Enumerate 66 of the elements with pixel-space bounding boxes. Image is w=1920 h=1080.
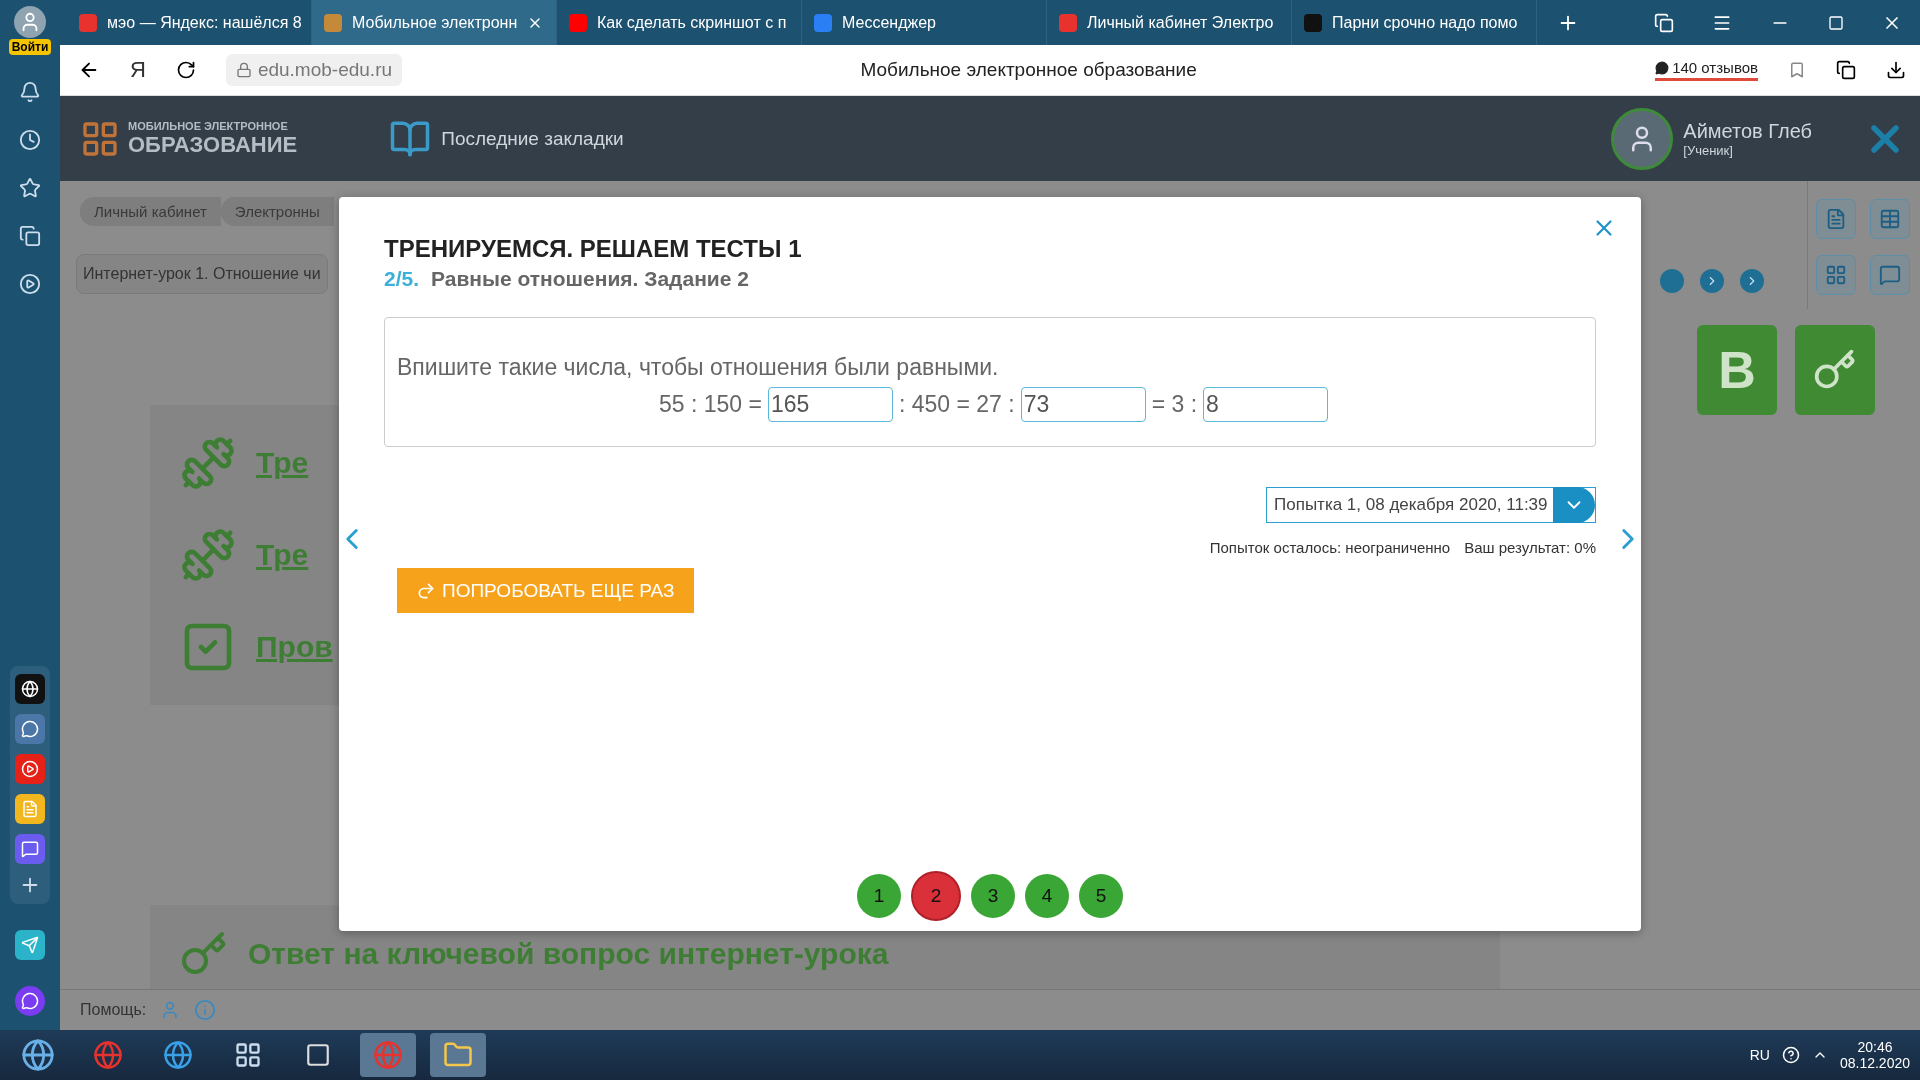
equation-text: 55 : 150 = (659, 391, 762, 418)
profile-avatar[interactable] (14, 6, 46, 38)
speech-bubble-icon (1655, 60, 1670, 75)
help-label: Помощь: (80, 1001, 147, 1019)
language-indicator[interactable]: RU (1749, 1047, 1770, 1063)
nav-dot[interactable] (1660, 269, 1684, 293)
login-button[interactable]: Войти (8, 39, 52, 55)
star-icon[interactable] (19, 177, 41, 199)
video-app-icon[interactable] (15, 754, 45, 784)
lesson-title: Интернет-урок 1. Отношение чи (76, 254, 328, 294)
next-icon[interactable] (1700, 269, 1724, 293)
tab-favicon-icon (1059, 13, 1077, 32)
download-icon[interactable] (1886, 60, 1906, 80)
tab-favicon-icon (324, 13, 342, 32)
messenger-app-icon[interactable] (15, 834, 45, 864)
equation-text: : 450 = 27 : (898, 391, 1015, 418)
collections-icon[interactable] (19, 225, 41, 247)
send-app-icon[interactable] (15, 930, 45, 960)
assistant-app-icon[interactable] (15, 986, 45, 1016)
question-number[interactable]: 5 (1079, 874, 1123, 918)
home-button[interactable]: Я (130, 57, 146, 83)
result-text: Ваш результат: 0% (1464, 539, 1596, 556)
redo-icon (416, 580, 436, 601)
attempts-left-text: Попыток осталось: неограниченно (1209, 539, 1451, 556)
question-number[interactable]: 3 (971, 874, 1015, 918)
tab-favicon-icon (814, 13, 832, 32)
notifications-icon[interactable] (19, 81, 41, 103)
dumbbell-icon (180, 527, 236, 583)
tab-favicon-icon (79, 13, 97, 32)
history-icon[interactable] (19, 129, 41, 151)
answer-field[interactable]: 8 (1203, 387, 1329, 422)
browser-tab[interactable]: Мобильное электронн (312, 0, 557, 45)
answer-field[interactable]: 165 (767, 387, 893, 422)
dumbbell-icon (180, 435, 236, 491)
question-number[interactable]: 1 (857, 874, 901, 918)
address-field[interactable]: edu.mob-edu.ru (225, 54, 403, 86)
reload-icon[interactable] (175, 60, 196, 80)
help-icon[interactable] (1781, 1046, 1800, 1064)
play-icon[interactable] (19, 273, 41, 295)
task-title: Равные отношения. Задание 2 (431, 267, 749, 291)
lock-icon (235, 62, 252, 78)
question-number[interactable]: 4 (1025, 874, 1069, 918)
key-question-title: Ответ на ключевой вопрос интернет-урока (248, 937, 889, 971)
last-icon[interactable] (1740, 269, 1764, 293)
reviews-link[interactable]: 140 отзывов (1655, 59, 1758, 81)
key-button[interactable] (1795, 325, 1875, 415)
bookmark-icon[interactable] (1788, 61, 1806, 79)
site-logo: МОБИЛЬНОЕ ЭЛЕКТРОННОЕ ОБРАЗОВАНИЕ (80, 118, 298, 159)
tab-favicon-icon (1304, 13, 1322, 32)
page-title: Мобильное электронное образование (859, 59, 1198, 81)
maximize-icon[interactable] (1828, 14, 1844, 31)
tab-favicon-icon (569, 13, 587, 32)
clock[interactable]: 20:46 08.12.2020 (1839, 1039, 1910, 1071)
bookmarks-link[interactable]: Последние закладки (389, 117, 624, 160)
instruction-text: Впишите такие числа, чтобы отношения были равными. (397, 354, 1000, 381)
answer-field[interactable]: 73 (1020, 387, 1146, 422)
social-app-icon[interactable] (15, 714, 45, 744)
user-role: [Ученик] (1683, 142, 1734, 158)
tabs-icon[interactable] (1654, 12, 1674, 33)
user-name: Айметов Глеб (1683, 119, 1812, 143)
dialog-title: ТРЕНИРУЕМСЯ. РЕШАЕМ ТЕСТЫ 1 (384, 235, 803, 263)
attempt-dropdown[interactable]: Попытка 1, 08 декабря 2020, 11:39 (1266, 487, 1596, 523)
folder-icon[interactable] (430, 1033, 486, 1077)
question-number[interactable]: 2 (911, 871, 961, 921)
equation-text: = 3 : (1151, 391, 1198, 418)
progress-label: 2/5. (384, 267, 420, 291)
